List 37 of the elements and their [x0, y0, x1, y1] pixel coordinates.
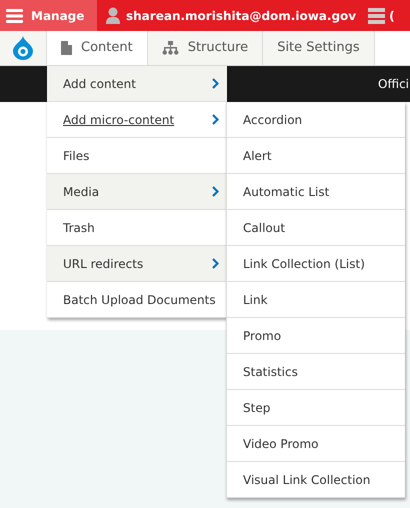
toolbar-tab[interactable]: Site Settings: [263, 31, 375, 65]
menu-label: Batch Upload Documents: [63, 294, 216, 306]
menu-item[interactable]: Step: [227, 390, 405, 426]
menu-item[interactable]: Automatic List: [227, 174, 405, 210]
menu-item[interactable]: Add micro-content: [47, 102, 227, 138]
menu-label: Trash: [63, 222, 95, 234]
toolbar-tab[interactable]: Structure: [148, 31, 264, 65]
hierarchy-icon: [162, 41, 179, 55]
manage-button[interactable]: Manage: [0, 0, 97, 31]
menu-item[interactable]: Promo: [227, 318, 405, 354]
menu-item[interactable]: Video Promo: [227, 426, 405, 462]
drop-logo-icon[interactable]: [13, 36, 33, 60]
menu-item[interactable]: Accordion: [227, 102, 405, 138]
menu-item[interactable]: Files: [47, 138, 227, 174]
toolbar-button[interactable]: (: [356, 0, 395, 31]
server-icon: [368, 8, 386, 24]
user-icon: [106, 7, 120, 24]
menu-item[interactable]: Add content: [47, 66, 227, 102]
menu-label: Files: [63, 150, 90, 162]
menu-item[interactable]: Link: [227, 282, 405, 318]
menu-item[interactable]: Batch Upload Documents: [47, 282, 227, 318]
menu-item[interactable]: Trash: [47, 210, 227, 246]
menu-label: Media: [63, 186, 100, 198]
banner-text: Offici: [378, 76, 409, 93]
menu-label: URL redirects: [63, 258, 144, 270]
menu-item[interactable]: Link Collection (List): [227, 246, 405, 282]
page-icon: [61, 41, 72, 55]
menu-item[interactable]: Alert: [227, 138, 405, 174]
menu-item[interactable]: URL redirects: [47, 246, 227, 282]
user-button[interactable]: sharean.morishita@dom.iowa.gov: [97, 0, 356, 31]
menu-label: Add micro-content: [63, 114, 174, 126]
menu-icon: [6, 8, 23, 22]
menu-label: Add content: [63, 78, 136, 90]
menu-item[interactable]: Callout: [227, 210, 405, 246]
menu-item[interactable]: Statistics: [227, 354, 405, 390]
menu-item[interactable]: Media: [47, 174, 227, 210]
menu-item[interactable]: Visual Link Collection: [227, 462, 405, 498]
